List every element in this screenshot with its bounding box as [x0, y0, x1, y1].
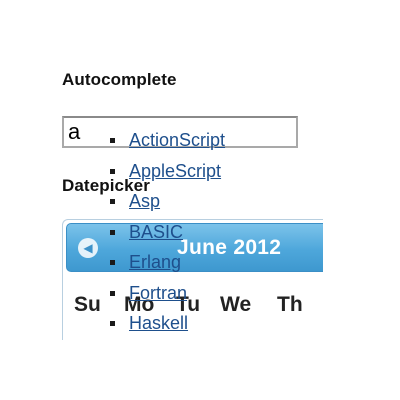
bullet-icon	[110, 168, 115, 174]
suggestion-link[interactable]: BASIC	[129, 217, 183, 248]
suggestion-link[interactable]: ActionScript	[129, 125, 225, 156]
suggestion-link[interactable]: Erlang	[129, 247, 181, 278]
autocomplete-input-value: a	[68, 119, 81, 144]
suggestion-link[interactable]: Asp	[129, 186, 160, 217]
bullet-icon	[110, 138, 115, 143]
chevron-left-icon[interactable]: ◀	[78, 238, 98, 258]
datepicker-calendar: ◀ June 2012 Su Mo Tu We Th	[62, 219, 323, 340]
bullet-icon	[110, 229, 115, 235]
weekday-sunday: Su	[74, 293, 101, 316]
bullet-icon	[110, 290, 115, 296]
datepicker-header: ◀ June 2012	[66, 223, 323, 272]
weekday-wednesday: We	[220, 293, 252, 316]
bullet-icon	[110, 321, 115, 326]
suggestion-link[interactable]: Fortran	[129, 278, 187, 309]
autocomplete-title: Autocomplete	[62, 70, 177, 89]
weekday-thursday: Th	[277, 293, 303, 316]
suggestion-link[interactable]: Haskell	[129, 308, 188, 339]
bullet-icon	[110, 199, 115, 204]
suggestion-link[interactable]: AppleScript	[129, 156, 221, 187]
bullet-icon	[110, 260, 115, 265]
month-label: June 2012	[177, 236, 282, 259]
